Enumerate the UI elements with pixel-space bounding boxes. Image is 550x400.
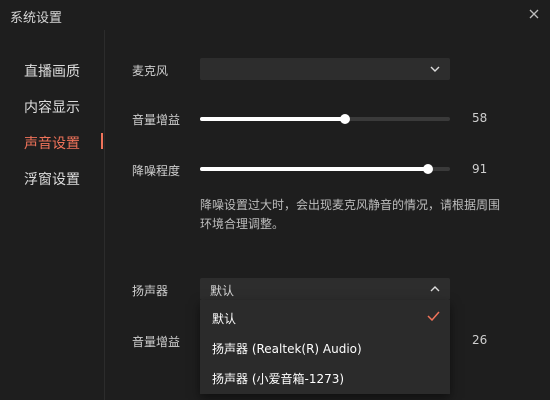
sidebar-item-floating-window[interactable]: 浮窗设置 (24, 169, 80, 189)
speaker-select[interactable]: 默认 (200, 278, 450, 300)
mic-volume-thumb[interactable] (340, 114, 350, 124)
mic-volume-slider[interactable] (200, 114, 450, 124)
sidebar-item-content-display[interactable]: 内容显示 (24, 97, 80, 117)
mic-volume-fill (200, 117, 345, 121)
chevron-up-icon (430, 286, 440, 292)
noise-reduction-thumb[interactable] (422, 164, 433, 174)
window-title: 系统设置 (10, 11, 63, 26)
noise-reduction-label: 降噪程度 (132, 164, 181, 178)
speaker-select-value: 默认 (210, 284, 235, 298)
speaker-option-default[interactable]: 默认 (200, 302, 450, 332)
noise-reduction-slider[interactable] (200, 164, 450, 174)
microphone-label: 麦克风 (132, 64, 169, 78)
speaker-option-label: 扬声器 (小爱音箱-1273) (212, 372, 345, 386)
speaker-option-xiaoai[interactable]: 扬声器 (小爱音箱-1273) (200, 362, 450, 392)
chevron-down-icon (430, 66, 440, 72)
checkmark-icon (427, 311, 440, 321)
speaker-option-label: 默认 (212, 312, 237, 326)
speaker-dropdown: 默认 扬声器 (Realtek(R) Audio) 扬声器 (小爱音箱-1273… (200, 300, 450, 394)
sidebar-item-video-quality[interactable]: 直播画质 (24, 61, 80, 81)
close-icon (529, 9, 539, 19)
speaker-option-label: 扬声器 (Realtek(R) Audio) (212, 342, 362, 356)
speaker-option-realtek[interactable]: 扬声器 (Realtek(R) Audio) (200, 332, 450, 362)
noise-reduction-value: 91 (472, 162, 488, 176)
microphone-select[interactable] (200, 58, 450, 80)
close-button[interactable] (526, 6, 542, 22)
title-bar: 系统设置 (0, 0, 550, 30)
speaker-volume-label: 音量增益 (132, 335, 181, 349)
mic-volume-label: 音量增益 (132, 113, 181, 127)
active-nav-indicator (101, 133, 103, 149)
settings-sidebar: 直播画质 内容显示 声音设置 浮窗设置 (0, 30, 105, 400)
noise-reduction-hint: 降噪设置过大时，会出现麦克风静音的情况，请根据周围环境合理调整。 (200, 198, 501, 231)
speaker-volume-value: 26 (472, 333, 488, 347)
noise-reduction-fill (200, 167, 428, 171)
speaker-label: 扬声器 (132, 284, 169, 298)
settings-window: 系统设置 直播画质 内容显示 声音设置 浮窗设置 麦克风 音量增益 58 降噪程… (0, 0, 550, 400)
sidebar-item-sound-settings[interactable]: 声音设置 (24, 133, 80, 153)
mic-volume-value: 58 (472, 111, 488, 125)
